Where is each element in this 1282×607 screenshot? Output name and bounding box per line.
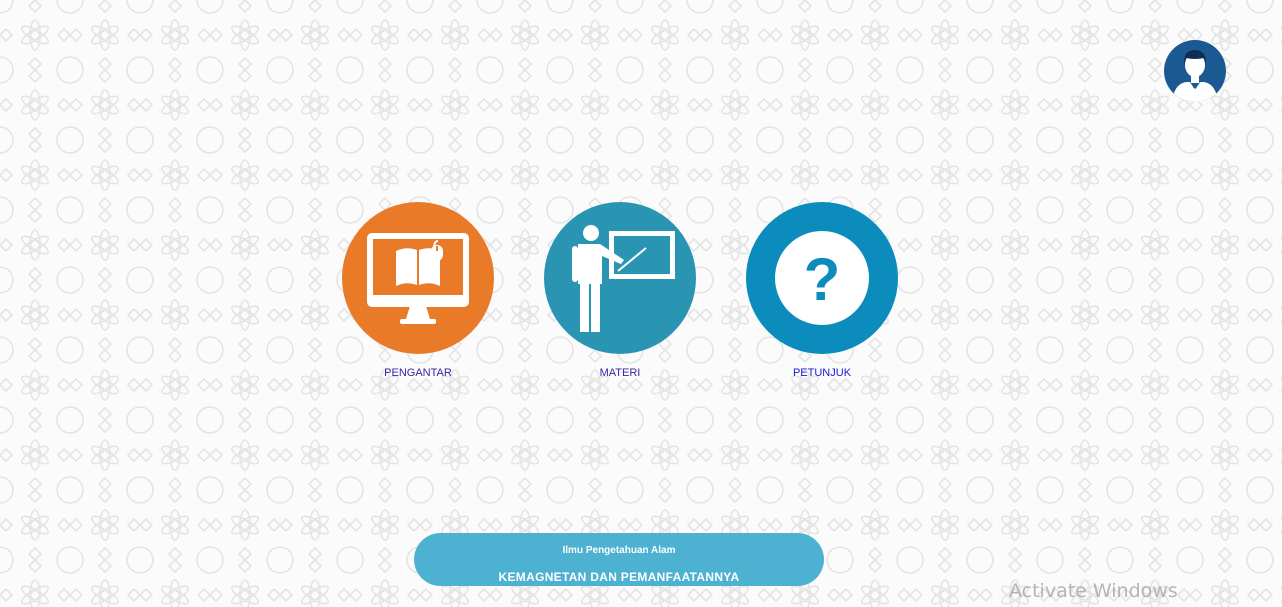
subject-label: Ilmu Pengetahuan Alam [562, 545, 676, 556]
petunjuk-circle[interactable]: ? [746, 202, 898, 354]
materi-circle[interactable] [544, 202, 696, 354]
activate-windows-watermark: Activate Windows [1009, 580, 1178, 602]
materi-label[interactable]: MATERI [544, 366, 696, 380]
title-banner: Ilmu Pengetahuan Alam KEMAGNETAN DAN PEM… [414, 533, 824, 586]
about-button[interactable]: Tentang [1164, 40, 1226, 102]
petunjuk-label[interactable]: PETUNJUK [746, 366, 898, 380]
computer-book-icon [367, 233, 469, 324]
topic-title: KEMAGNETAN DAN PEMANFAATANNYA [498, 570, 740, 584]
question-mark-icon: ? [775, 231, 869, 325]
pengantar-label[interactable]: PENGANTAR [342, 366, 494, 380]
menu-item-pengantar[interactable]: PENGANTAR [342, 202, 494, 380]
teacher-whiteboard-icon [572, 225, 675, 332]
svg-text:?: ? [804, 246, 841, 313]
menu-item-petunjuk[interactable]: ? PETUNJUK [746, 202, 898, 380]
about-label: Tentang [1181, 88, 1209, 95]
menu-item-materi[interactable]: MATERI [544, 202, 696, 380]
pengantar-circle[interactable] [342, 202, 494, 354]
